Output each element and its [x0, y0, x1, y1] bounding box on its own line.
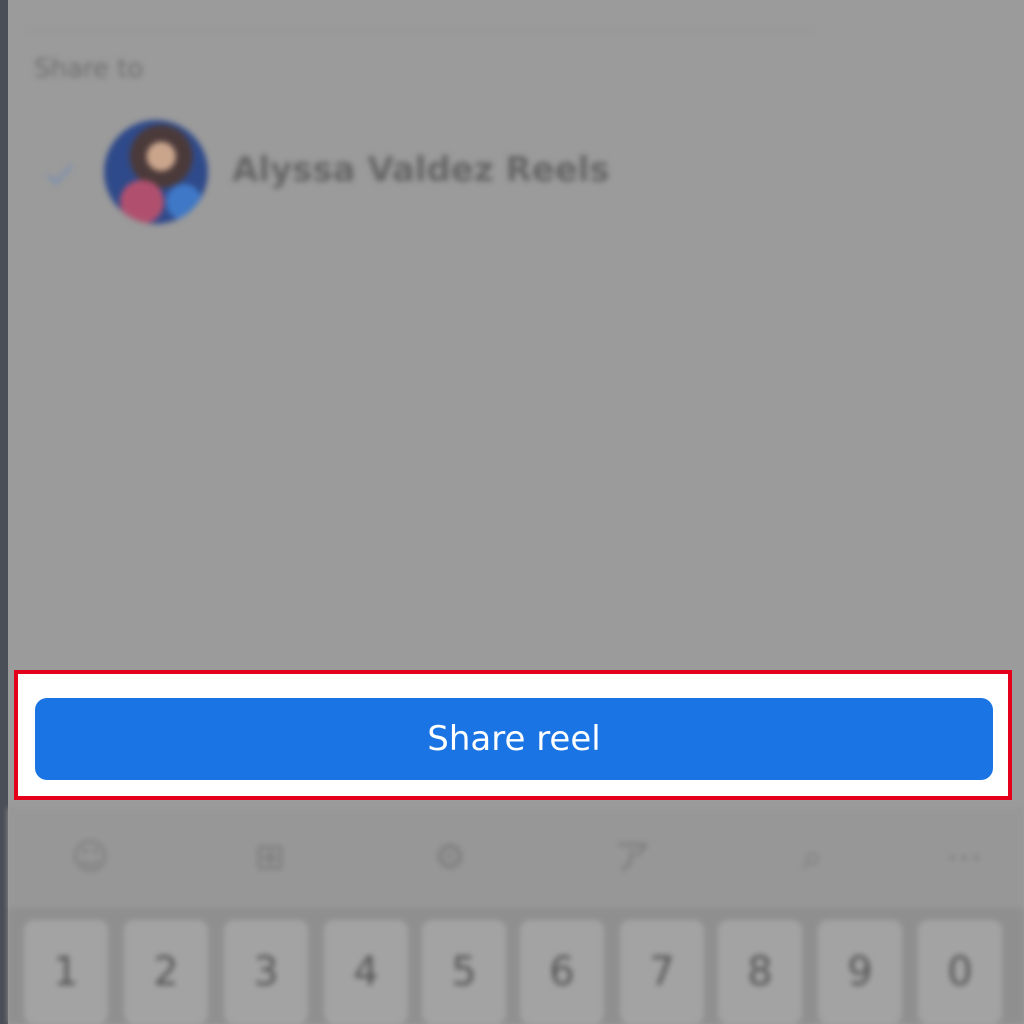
share-reel-button[interactable]: Share reel [35, 698, 993, 780]
key-0[interactable]: 0 [918, 920, 1002, 1024]
keyboard-toolbar [8, 808, 1024, 908]
destination-name[interactable]: Alyssa Valdez Reels [232, 150, 610, 190]
key-9[interactable]: 9 [818, 920, 902, 1024]
key-6[interactable]: 6 [520, 920, 604, 1024]
left-edge-strip [0, 0, 8, 1024]
key-8[interactable]: 8 [718, 920, 802, 1024]
key-4[interactable]: 4 [324, 920, 408, 1024]
avatar-detail [120, 180, 164, 224]
key-5[interactable]: 5 [422, 920, 506, 1024]
key-7[interactable]: 7 [620, 920, 704, 1024]
search-icon[interactable]: ⌕ [790, 836, 834, 880]
avatar[interactable] [104, 120, 208, 224]
share-screen: Share to Alyssa Valdez Reels ☺ ⊞ ⚙ ア ⌕ ⋯… [0, 0, 1024, 1024]
translate-icon[interactable]: ア [610, 836, 654, 880]
settings-icon[interactable]: ⚙ [428, 836, 472, 880]
gif-icon[interactable]: ⊞ [248, 836, 292, 880]
share-to-label: Share to [34, 54, 144, 84]
key-2[interactable]: 2 [124, 920, 208, 1024]
divider [30, 30, 810, 32]
key-3[interactable]: 3 [224, 920, 308, 1024]
key-1[interactable]: 1 [24, 920, 108, 1024]
emoji-icon[interactable]: ☺ [68, 836, 112, 880]
more-icon[interactable]: ⋯ [942, 836, 986, 880]
check-icon[interactable] [42, 156, 78, 192]
avatar-badge [166, 184, 202, 220]
